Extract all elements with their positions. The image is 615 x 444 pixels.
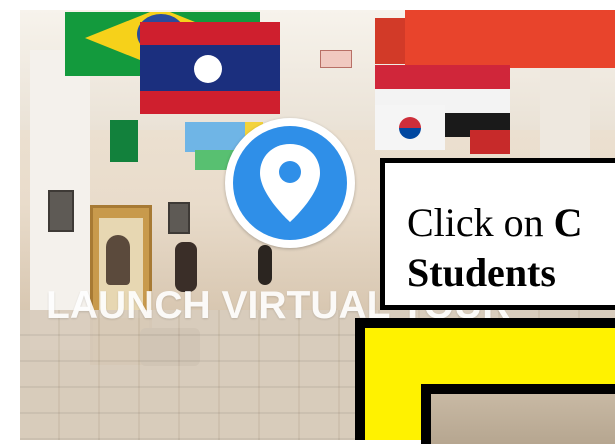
person (258, 245, 272, 285)
wall-frame (168, 202, 190, 234)
launch-tour-button[interactable] (225, 118, 355, 248)
callout-bold-word: C (553, 200, 583, 245)
inner-thumbnail (431, 394, 615, 444)
bust-statue (106, 235, 130, 285)
flag-small-red (470, 130, 510, 154)
exit-sign (320, 50, 352, 68)
flag-red-edge (375, 18, 405, 64)
flag-korea (375, 105, 445, 150)
callout-line-2: Students (407, 250, 556, 295)
callout-line-1: Click on C (407, 199, 583, 246)
instruction-callout: Click on C Students (380, 158, 615, 310)
location-pin-icon (260, 144, 320, 222)
flag-red (405, 10, 615, 68)
highlight-frame (355, 318, 615, 444)
callout-prefix: Click on (407, 200, 554, 245)
flag-laos (140, 22, 280, 114)
highlight-inner (421, 384, 615, 444)
flag-small-green (110, 120, 138, 162)
wall-frame (48, 190, 74, 232)
